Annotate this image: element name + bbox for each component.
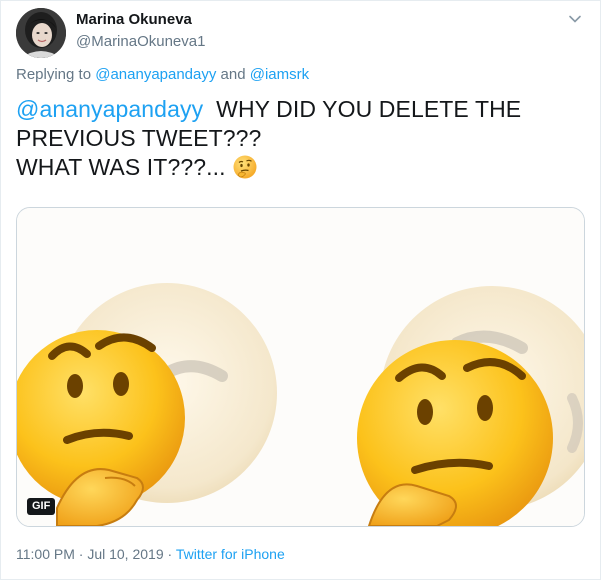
thinking-face-icon [232, 154, 258, 180]
replying-user-iamsrk[interactable]: @iamsrk [250, 66, 309, 83]
replying-prefix: Replying to [16, 66, 96, 83]
tweet-meta: 11:00 PM · Jul 10, 2019 · Twitter for iP… [16, 546, 285, 562]
tweet-source[interactable]: Twitter for iPhone [176, 546, 285, 562]
replying-to: Replying to @ananyapandayy and @iamsrk [16, 66, 309, 83]
tweet-mention[interactable]: @ananyapandayy [16, 96, 203, 122]
avatar[interactable] [16, 8, 66, 58]
gif-badge: GIF [27, 498, 56, 515]
gif-media[interactable]: GIF [16, 207, 585, 527]
author-name[interactable]: Marina Okuneva [76, 11, 192, 28]
chevron-down-icon[interactable] [568, 12, 582, 26]
avatar-photo [16, 8, 66, 58]
tweet-line-3: WHAT WAS IT???... [16, 154, 226, 180]
replying-user-ananyapandayy[interactable]: @ananyapandayy [95, 66, 216, 83]
tweet-text: @ananyapandayy WHY DID YOU DELETE THE PR… [16, 95, 586, 182]
tweet-line-2: PREVIOUS TWEET??? [16, 125, 262, 151]
author-handle[interactable]: @MarinaOkuneva1 [76, 33, 205, 50]
tweet-line-1: WHY DID YOU DELETE THE [203, 96, 522, 122]
meta-separator: · [163, 546, 176, 562]
tweet-timestamp[interactable]: 11:00 PM · Jul 10, 2019 [16, 546, 164, 562]
gif-thinking-emojis [17, 208, 584, 526]
replying-conjunction: and [216, 66, 250, 83]
